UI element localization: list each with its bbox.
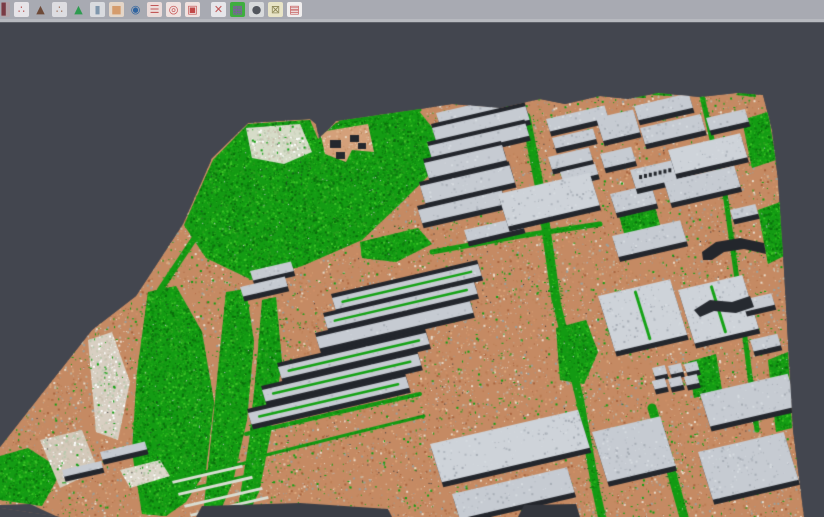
render-sphere-icon: ●	[252, 2, 262, 17]
pick-points-icon: ∴	[18, 2, 25, 17]
selection-icon-button[interactable]: ▌	[1, 2, 10, 17]
pick-points-icon-button[interactable]: ∴	[14, 2, 29, 17]
flag-icon: ▤	[289, 2, 299, 17]
point-cloud-icon-button[interactable]: ∴	[52, 2, 67, 17]
globe-icon: ◉	[131, 2, 141, 17]
crop-icon-button[interactable]: ▣	[185, 2, 200, 17]
terrain-icon-button[interactable]: ▲	[71, 2, 86, 17]
scalar-fields-icon-button[interactable]: ☰	[147, 2, 162, 17]
delete-icon-button[interactable]: ✕	[211, 2, 226, 17]
crop-icon: ▣	[187, 2, 197, 17]
bounding-box-icon: ⊠	[271, 2, 280, 17]
terrain-icon: ▲	[74, 2, 82, 17]
classification-icon-button[interactable]: ▦	[230, 2, 245, 17]
flag-icon-button[interactable]: ▤	[287, 2, 302, 17]
render-sphere-icon-button[interactable]: ●	[249, 2, 264, 17]
point-cloud-render[interactable]	[0, 23, 824, 517]
delete-icon: ✕	[214, 2, 223, 17]
toolbar: ▌ ∴ ▲ ∴ ▲ ▮ ■ ◉ ☰ ◎ ▣ ✕ ▦ ● ⊠ ▤	[0, 0, 824, 19]
mesh-terrain-icon: ▲	[36, 2, 44, 17]
column-icon: ▮	[94, 2, 100, 17]
mesh-terrain-icon-button[interactable]: ▲	[33, 2, 48, 17]
bounding-box-icon-button[interactable]: ⊠	[268, 2, 283, 17]
selection-icon: ▌	[2, 2, 10, 17]
target-icon: ◎	[169, 2, 179, 17]
ortho-view-icon: ■	[111, 2, 121, 17]
viewport-3d[interactable]	[0, 23, 824, 517]
scalar-fields-icon: ☰	[150, 2, 160, 17]
target-icon-button[interactable]: ◎	[166, 2, 181, 17]
ortho-view-icon-button[interactable]: ■	[109, 2, 124, 17]
classification-icon: ▦	[232, 2, 242, 17]
point-cloud-icon: ∴	[56, 2, 63, 17]
column-icon-button[interactable]: ▮	[90, 2, 105, 17]
globe-icon-button[interactable]: ◉	[128, 2, 143, 17]
